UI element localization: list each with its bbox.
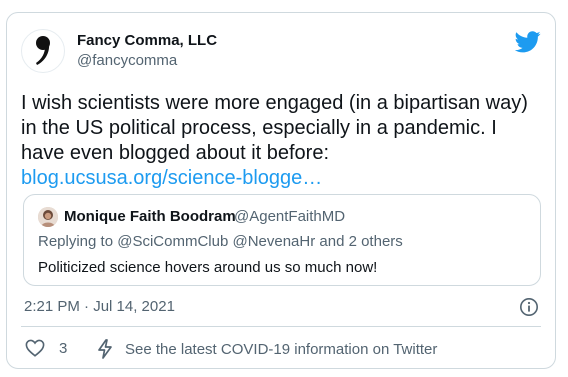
covid-info-link[interactable]: See the latest COVID-19 information on T… <box>97 339 437 359</box>
author-handle[interactable]: @fancycomma <box>77 52 177 69</box>
quoted-tweet-text: Politicized science hovers around us so … <box>38 259 378 276</box>
reply-mentions: @SciCommClub @NevenaHr and 2 others <box>117 233 403 250</box>
like-button[interactable]: 3 <box>25 339 67 357</box>
author-avatar[interactable] <box>21 29 65 73</box>
info-icon[interactable] <box>519 297 539 317</box>
quoted-tweet[interactable]: Monique Faith Boodram @AgentFaithMD Repl… <box>23 194 541 286</box>
like-count: 3 <box>59 339 68 357</box>
quoted-author-handle: @AgentFaithMD <box>234 208 346 225</box>
person-avatar-icon <box>38 207 58 227</box>
quoted-author-avatar <box>38 207 58 227</box>
tweet-body: I wish scientists were more engaged (in … <box>21 92 528 164</box>
tweet-link[interactable]: blog.ucsusa.org/science-blogge… <box>21 167 322 189</box>
tweet-header: Fancy Comma, LLC @fancycomma <box>21 29 541 73</box>
twitter-bird-icon[interactable] <box>515 31 541 53</box>
quoted-reply-context: Replying to @SciCommClub @NevenaHr and 2… <box>38 233 403 250</box>
covid-info-text: See the latest COVID-19 information on T… <box>125 340 438 358</box>
heart-icon <box>25 339 45 357</box>
comma-logo-icon <box>36 36 50 65</box>
tweet-footer: 3 See the latest COVID-19 information on… <box>25 339 545 361</box>
tweet-text: I wish scientists were more engaged (in … <box>21 91 541 191</box>
author-name[interactable]: Fancy Comma, LLC <box>77 32 217 49</box>
tweet-timestamp[interactable]: 2:21 PM · Jul 14, 2021 <box>24 298 175 315</box>
bolt-icon <box>98 339 112 359</box>
footer-divider <box>21 326 541 327</box>
reply-prefix: Replying to <box>38 233 118 250</box>
tweet-card: Fancy Comma, LLC @fancycomma I wish scie… <box>6 12 556 369</box>
quoted-author-name: Monique Faith Boodram <box>64 208 236 225</box>
